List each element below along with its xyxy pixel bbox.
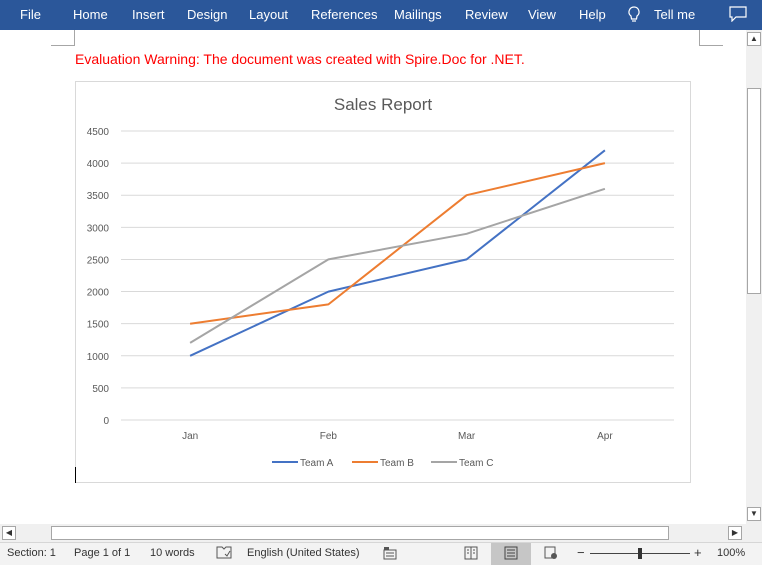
accessibility-icon[interactable] <box>383 546 397 560</box>
series-line-team-c <box>189 187 606 344</box>
document-page[interactable]: Evaluation Warning: The document was cre… <box>0 30 746 524</box>
status-bar: Section: 1 Page 1 of 1 10 words English … <box>0 542 762 565</box>
comment-icon[interactable] <box>729 6 747 22</box>
tab-help[interactable]: Help <box>579 7 606 22</box>
tab-insert[interactable]: Insert <box>132 7 165 22</box>
lightbulb-icon[interactable] <box>626 5 642 25</box>
tell-me-search[interactable]: Tell me <box>654 7 695 22</box>
x-tick-label: Jan <box>182 431 198 442</box>
proofing-icon[interactable] <box>216 546 232 560</box>
series-line-team-a <box>189 149 606 357</box>
scroll-down-button[interactable]: ▼ <box>747 507 761 521</box>
y-tick-label: 1000 <box>87 352 110 363</box>
print-layout-icon <box>504 546 518 560</box>
vertical-scrollbar[interactable]: ▲ ▼ <box>746 30 762 524</box>
evaluation-warning: Evaluation Warning: The document was cre… <box>75 51 525 67</box>
crop-mark-top-right <box>699 30 723 46</box>
tab-file[interactable]: File <box>20 7 41 22</box>
series-line-team-b <box>189 162 606 325</box>
tab-references[interactable]: References <box>311 7 377 22</box>
tab-review[interactable]: Review <box>465 7 508 22</box>
zoom-out-button[interactable]: − <box>577 545 585 560</box>
chart-canvas: Sales Report 0 500 1000 1500 2000 2500 3000 3500… <box>87 95 674 469</box>
horizontal-scrollbar[interactable]: ◀ ▶ <box>0 524 746 542</box>
tab-home[interactable]: Home <box>73 7 108 22</box>
y-tick-label: 500 <box>92 384 109 395</box>
text-cursor <box>75 467 76 483</box>
tab-mailings[interactable]: Mailings <box>394 7 442 22</box>
section-indicator[interactable]: Section: 1 <box>7 547 56 559</box>
x-tick-label: Feb <box>320 431 338 442</box>
zoom-level[interactable]: 100% <box>717 547 745 559</box>
legend-label: Team A <box>300 458 334 469</box>
chart-title: Sales Report <box>334 95 433 114</box>
y-tick-label: 2000 <box>87 288 110 299</box>
y-tick-label: 4000 <box>87 159 110 170</box>
legend-label: Team C <box>459 458 493 469</box>
legend-label: Team B <box>380 458 414 469</box>
horizontal-scroll-thumb[interactable] <box>51 526 669 540</box>
zoom-in-button[interactable]: + <box>694 545 702 560</box>
scroll-right-button[interactable]: ▶ <box>728 526 742 540</box>
y-tick-label: 4500 <box>87 127 110 138</box>
print-layout-button[interactable] <box>491 543 531 565</box>
y-tick-label: 2500 <box>87 255 110 266</box>
crop-mark-top-left <box>51 30 75 46</box>
zoom-slider-thumb[interactable] <box>638 548 642 559</box>
y-tick-label: 1500 <box>87 320 110 331</box>
x-tick-label: Mar <box>458 431 476 442</box>
tab-design[interactable]: Design <box>187 7 227 22</box>
language-indicator[interactable]: English (United States) <box>247 547 360 559</box>
scroll-left-button[interactable]: ◀ <box>2 526 16 540</box>
y-tick-label: 0 <box>103 416 109 427</box>
y-tick-label: 3500 <box>87 191 110 202</box>
word-count[interactable]: 10 words <box>150 547 195 559</box>
web-layout-icon[interactable] <box>544 546 558 560</box>
tab-layout[interactable]: Layout <box>249 7 288 22</box>
x-tick-label: Apr <box>597 431 613 442</box>
page-indicator[interactable]: Page 1 of 1 <box>74 547 130 559</box>
scroll-up-button[interactable]: ▲ <box>747 32 761 46</box>
scrollbar-corner <box>746 524 762 542</box>
sales-chart[interactable]: Sales Report 0 500 1000 1500 2000 2500 3000 3500… <box>75 81 691 483</box>
vertical-scroll-thumb[interactable] <box>747 88 761 294</box>
read-mode-icon[interactable] <box>464 546 478 560</box>
y-tick-label: 3000 <box>87 223 110 234</box>
ribbon: File Home Insert Design Layout Reference… <box>0 0 762 30</box>
tab-view[interactable]: View <box>528 7 556 22</box>
